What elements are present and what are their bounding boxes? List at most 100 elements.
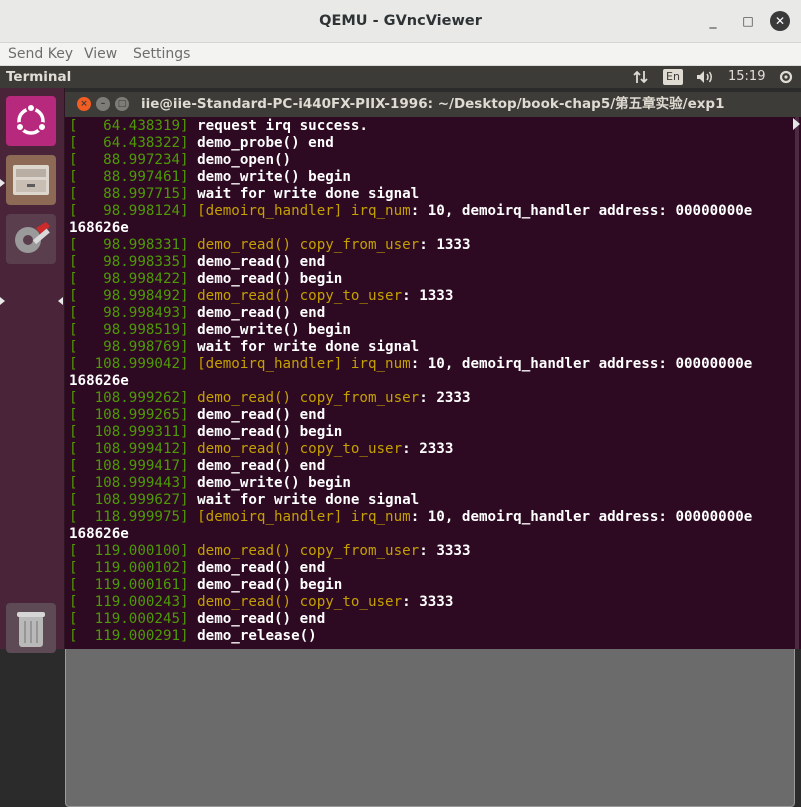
terminal-line: [ 119.000100] demo_read() copy_from_user… bbox=[69, 543, 470, 560]
scrollbar-thumb[interactable] bbox=[795, 117, 799, 649]
timestamp: 108.999042 bbox=[77, 356, 181, 372]
terminal-line: [ 119.000161] demo_read() begin bbox=[69, 577, 342, 594]
mouse-cursor-icon bbox=[793, 118, 800, 130]
files-icon[interactable] bbox=[6, 155, 56, 205]
log-text: : 2333 bbox=[402, 441, 454, 457]
menu-settings[interactable]: Settings bbox=[133, 43, 190, 65]
focused-indicator-arrow bbox=[58, 297, 63, 305]
timestamp: 108.999627 bbox=[77, 492, 181, 508]
timestamp-bracket: ] bbox=[180, 237, 198, 253]
window-title: QEMU - GVncViewer bbox=[319, 13, 482, 29]
terminal-maximize-button[interactable]: □ bbox=[115, 97, 129, 111]
timestamp: 118.999975 bbox=[77, 509, 181, 525]
terminal-line: [ 118.999975] [demoirq_handler] irq_num:… bbox=[69, 509, 752, 526]
timestamp-bracket: [ bbox=[69, 118, 78, 134]
system-settings-icon[interactable] bbox=[6, 214, 56, 264]
log-text: demo_read() end bbox=[197, 611, 326, 627]
timestamp: 98.998331 bbox=[77, 237, 181, 253]
terminal-line: [ 119.000243] demo_read() copy_to_user: … bbox=[69, 594, 453, 611]
running-indicator-arrow bbox=[0, 297, 5, 305]
terminal-line: [ 98.998492] demo_read() copy_to_user: 1… bbox=[69, 288, 453, 305]
timestamp: 119.000291 bbox=[77, 628, 181, 644]
log-text: demo_release() bbox=[197, 628, 317, 644]
volume-icon[interactable] bbox=[694, 66, 716, 88]
terminal-line: [ 88.997461] demo_write() begin bbox=[69, 169, 351, 186]
language-indicator[interactable]: En bbox=[663, 69, 683, 85]
timestamp-bracket: [ bbox=[69, 322, 78, 338]
timestamp-bracket: ] bbox=[180, 169, 198, 185]
log-text: [demoirq_handler] irq_num bbox=[197, 509, 411, 525]
maximize-button[interactable]: □ bbox=[738, 11, 758, 31]
timestamp: 98.998124 bbox=[77, 203, 181, 219]
timestamp-bracket: ] bbox=[180, 203, 198, 219]
log-text: demo_read() end bbox=[197, 305, 326, 321]
top-panel: Terminal En 15:19 bbox=[0, 66, 801, 88]
timestamp-bracket: [ bbox=[69, 475, 78, 491]
terminal-line: [ 98.998519] demo_write() begin bbox=[69, 322, 351, 339]
terminal-line: [ 108.999265] demo_read() end bbox=[69, 407, 325, 424]
ubuntu-dash-icon[interactable] bbox=[6, 96, 56, 146]
log-text: demo_read() end bbox=[197, 254, 326, 270]
timestamp-bracket: [ bbox=[69, 169, 78, 185]
timestamp-bracket: [ bbox=[69, 237, 78, 253]
timestamp-bracket: [ bbox=[69, 152, 78, 168]
timestamp-bracket: [ bbox=[69, 305, 78, 321]
host-menubar: Send Key View Settings bbox=[0, 43, 801, 66]
line-continuation: 168626e bbox=[69, 373, 129, 389]
timestamp-bracket: ] bbox=[180, 135, 198, 151]
terminal-line: [ 108.999262] demo_read() copy_from_user… bbox=[69, 390, 470, 407]
terminal-line: [ 98.998493] demo_read() end bbox=[69, 305, 325, 322]
terminal-output[interactable]: [ 64.438319] request irq success.[ 64.43… bbox=[65, 117, 793, 649]
timestamp-bracket: ] bbox=[180, 322, 198, 338]
log-text: demo_read() copy_from_user bbox=[197, 237, 420, 253]
terminal-line: [ 88.997715] wait for write done signal bbox=[69, 186, 419, 203]
timestamp: 64.438319 bbox=[77, 118, 181, 134]
log-text: [demoirq_handler] irq_num bbox=[197, 356, 411, 372]
terminal-line: [ 119.000102] demo_read() end bbox=[69, 560, 325, 577]
timestamp: 119.000245 bbox=[77, 611, 181, 627]
timestamp-bracket: ] bbox=[180, 458, 198, 474]
minimize-button[interactable]: _ bbox=[703, 11, 723, 31]
timestamp: 98.998769 bbox=[77, 339, 181, 355]
terminal-line: 168626e bbox=[69, 526, 129, 543]
timestamp: 108.999311 bbox=[77, 424, 181, 440]
terminal-minimize-button[interactable]: – bbox=[96, 97, 110, 111]
timestamp: 64.438322 bbox=[77, 135, 181, 151]
log-text: demo_write() begin bbox=[197, 475, 351, 491]
menu-view[interactable]: View bbox=[84, 43, 117, 65]
timestamp-bracket: ] bbox=[180, 475, 198, 491]
timestamp-bracket: ] bbox=[180, 594, 198, 610]
timestamp-bracket: [ bbox=[69, 458, 78, 474]
timestamp-bracket: [ bbox=[69, 441, 78, 457]
timestamp: 108.999262 bbox=[77, 390, 181, 406]
timestamp: 108.999265 bbox=[77, 407, 181, 423]
line-continuation: 168626e bbox=[69, 526, 129, 542]
log-text: : 3333 bbox=[402, 594, 454, 610]
timestamp: 108.999443 bbox=[77, 475, 181, 491]
network-updown-icon[interactable] bbox=[632, 66, 650, 88]
timestamp-bracket: [ bbox=[69, 492, 78, 508]
terminal-line: [ 98.998124] [demoirq_handler] irq_num: … bbox=[69, 203, 752, 220]
clock[interactable]: 15:19 bbox=[728, 66, 765, 88]
trash-icon[interactable] bbox=[6, 603, 56, 653]
log-text: demo_read() copy_from_user bbox=[197, 543, 420, 559]
timestamp: 119.000243 bbox=[77, 594, 181, 610]
timestamp-bracket: ] bbox=[180, 356, 198, 372]
log-text: demo_read() copy_from_user bbox=[197, 390, 420, 406]
menu-send-key[interactable]: Send Key bbox=[8, 43, 73, 65]
log-text: demo_write() begin bbox=[197, 169, 351, 185]
log-text: demo_read() end bbox=[197, 458, 326, 474]
terminal-close-button[interactable]: × bbox=[77, 97, 91, 111]
log-text: : 1333 bbox=[402, 288, 454, 304]
timestamp-bracket: ] bbox=[180, 543, 198, 559]
log-text: demo_open() bbox=[197, 152, 292, 168]
power-gear-icon[interactable] bbox=[777, 66, 795, 88]
timestamp-bracket: ] bbox=[180, 118, 198, 134]
close-button[interactable]: ✕ bbox=[770, 11, 790, 31]
active-app-name: Terminal bbox=[6, 69, 72, 85]
timestamp-bracket: ] bbox=[180, 441, 198, 457]
terminal-scrollbar[interactable] bbox=[793, 117, 801, 649]
log-text: : 10, demoirq_handler address: 00000000e bbox=[410, 203, 753, 219]
timestamp-bracket: ] bbox=[180, 407, 198, 423]
launcher bbox=[0, 88, 795, 807]
